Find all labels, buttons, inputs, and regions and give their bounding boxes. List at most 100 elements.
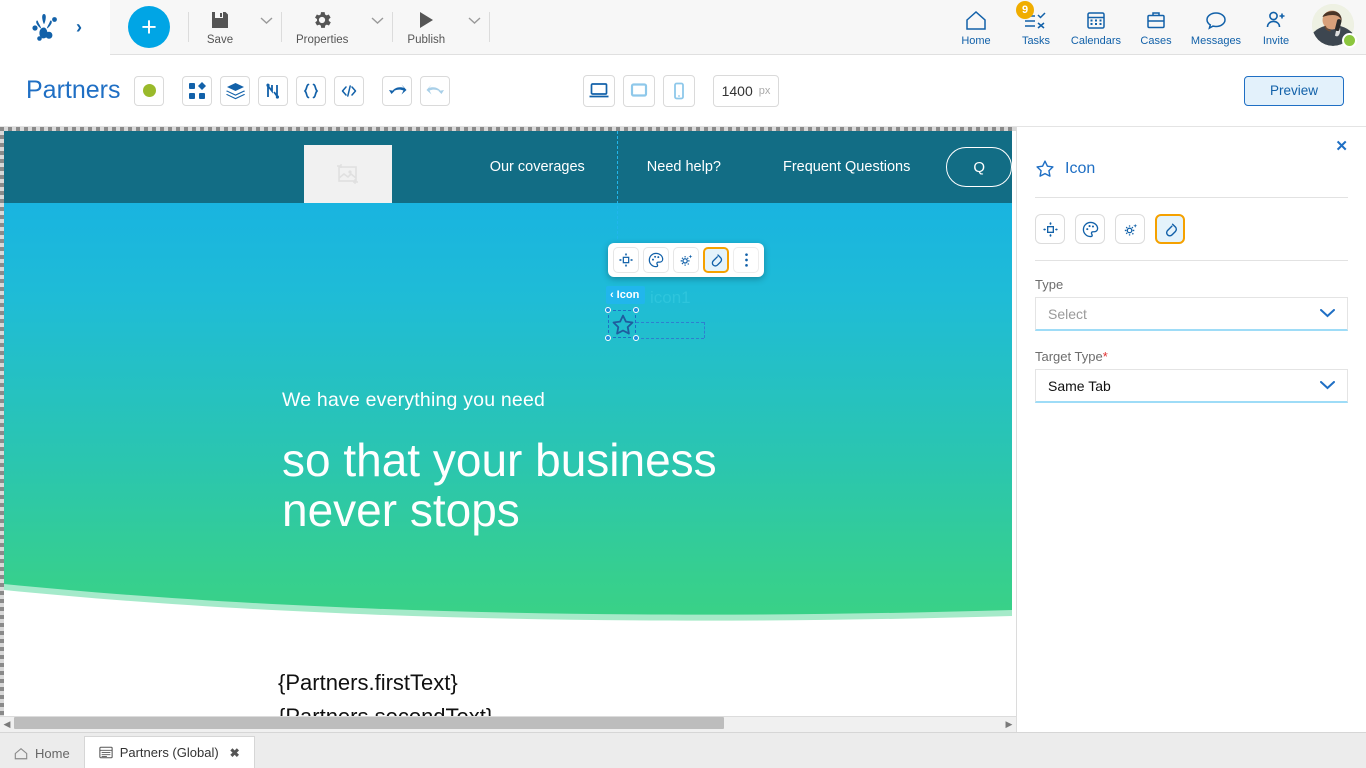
- panel-tab-move[interactable]: [1035, 214, 1065, 244]
- resize-handle-sw[interactable]: [605, 335, 611, 341]
- nav-tasks[interactable]: 9 Tasks: [1006, 1, 1066, 52]
- hero-section[interactable]: We have everything you need so that your…: [4, 203, 1012, 643]
- resize-handle-nw[interactable]: [605, 307, 611, 313]
- site-cta-button[interactable]: Q: [946, 147, 1012, 187]
- viewport-desktop-button[interactable]: [583, 74, 615, 107]
- header-logo-placeholder[interactable]: [304, 145, 392, 205]
- properties-dropdown-caret[interactable]: [362, 4, 392, 50]
- close-icon[interactable]: ✖: [230, 746, 240, 760]
- save-label: Save: [206, 34, 234, 46]
- code-button[interactable]: [334, 75, 365, 106]
- properties-panel: ✕ Icon Type Select Target Type* Same Tab: [1016, 127, 1366, 732]
- tag-label: Icon: [616, 289, 640, 301]
- widgets-button[interactable]: [182, 75, 213, 106]
- panel-tab-link[interactable]: [1155, 214, 1185, 244]
- calendar-icon: [1085, 8, 1107, 32]
- element-tag-badge[interactable]: ‹ Icon: [606, 286, 646, 304]
- nav-cases[interactable]: Cases: [1126, 2, 1186, 52]
- settings-sparkle-icon-button[interactable]: [673, 247, 699, 273]
- nav-invite-label: Invite: [1262, 34, 1290, 47]
- gear-icon: [311, 8, 333, 32]
- star-icon[interactable]: [611, 313, 635, 337]
- properties-button[interactable]: Properties: [282, 4, 362, 50]
- layers-button[interactable]: [220, 75, 251, 106]
- briefcase-icon: [1145, 8, 1167, 32]
- palette-icon-button[interactable]: [643, 247, 669, 273]
- status-indicator: [1342, 33, 1357, 48]
- preview-button[interactable]: Preview: [1244, 75, 1344, 106]
- nav-messages[interactable]: Messages: [1186, 2, 1246, 52]
- panel-title: Icon: [1065, 160, 1096, 177]
- publish-button[interactable]: Publish: [393, 4, 459, 50]
- scroll-right-arrow-icon[interactable]: ▶: [1002, 717, 1016, 733]
- token-line-first[interactable]: {Partners.firstText}: [278, 670, 458, 696]
- scrollbar-thumb[interactable]: [14, 716, 724, 729]
- nav-messages-label: Messages: [1190, 34, 1242, 47]
- tag-back-chevron-icon: ‹: [610, 289, 614, 301]
- save-dropdown-caret[interactable]: [251, 4, 281, 50]
- speech-bubble-icon: [1204, 8, 1228, 32]
- hero-subtitle[interactable]: We have everything you need: [282, 389, 545, 412]
- bonitasoft-logo-icon[interactable]: [28, 11, 62, 43]
- nav-invite[interactable]: Invite: [1246, 2, 1306, 52]
- viewport-mobile-button[interactable]: [663, 74, 695, 107]
- tasks-badge: 9: [1016, 1, 1034, 19]
- bottom-tab-partners[interactable]: Partners (Global) ✖: [83, 736, 255, 768]
- canvas-horizontal-scrollbar[interactable]: ◀ ▶: [0, 716, 1016, 732]
- hero-wave-decoration: [4, 584, 1012, 643]
- bottom-tab-home[interactable]: Home: [0, 738, 84, 768]
- panel-close-button[interactable]: ✕: [1335, 137, 1348, 155]
- nav-home[interactable]: Home: [946, 2, 1006, 52]
- bottom-tab-home-label: Home: [35, 745, 70, 761]
- nav-link-help[interactable]: Need help?: [647, 159, 721, 175]
- avatar[interactable]: [1312, 4, 1358, 50]
- palette-icon: [1082, 221, 1099, 238]
- app-root: › + Save Properties Publish Home 9 Tasks…: [0, 0, 1366, 768]
- canvas-width-input[interactable]: 1400 px: [713, 74, 779, 107]
- hero-heading-line1: so that your business: [282, 434, 717, 486]
- variables-button[interactable]: [258, 75, 289, 106]
- braces-button[interactable]: [296, 75, 327, 106]
- undo-icon: [388, 83, 407, 99]
- nav-tasks-label: Tasks: [1021, 34, 1051, 47]
- expand-sidebar-icon[interactable]: ›: [76, 18, 82, 36]
- panel-tabs: [1017, 198, 1366, 244]
- type-select[interactable]: Select: [1035, 297, 1348, 331]
- nav-calendars[interactable]: Calendars: [1066, 2, 1126, 52]
- panel-tab-settings[interactable]: [1115, 214, 1145, 244]
- publish-dropdown-caret[interactable]: [459, 4, 489, 50]
- link-icon: [1162, 221, 1179, 238]
- page-status-button[interactable]: [134, 75, 165, 106]
- star-icon: [1035, 159, 1055, 179]
- link-icon: [708, 252, 724, 268]
- panel-tab-style[interactable]: [1075, 214, 1105, 244]
- undo-button[interactable]: [382, 75, 413, 106]
- play-icon: [415, 8, 437, 32]
- code-icon: [340, 82, 358, 100]
- add-button[interactable]: +: [128, 6, 170, 48]
- viewport-tablet-button[interactable]: [623, 74, 655, 107]
- desktop-icon: [589, 82, 609, 99]
- nav-link-faq[interactable]: Frequent Questions: [783, 159, 910, 175]
- topbar-nav: Home 9 Tasks Calendars Cases Messages In…: [946, 1, 1366, 52]
- move-icon: [618, 252, 634, 268]
- target-type-select[interactable]: Same Tab: [1035, 369, 1348, 403]
- target-type-label-text: Target Type: [1035, 349, 1103, 364]
- scrollbar-track[interactable]: [14, 716, 1002, 733]
- element-float-toolbar: [608, 243, 764, 277]
- more-vertical-icon-button[interactable]: [733, 247, 759, 273]
- hero-heading[interactable]: so that your business never stops: [282, 435, 717, 535]
- link-icon-button[interactable]: [703, 247, 729, 273]
- chevron-down-icon: [1320, 381, 1335, 390]
- save-button[interactable]: Save: [189, 4, 251, 50]
- move-icon-button[interactable]: [613, 247, 639, 273]
- move-icon: [1042, 221, 1059, 238]
- widgets-icon: [188, 81, 207, 100]
- redo-button[interactable]: [420, 75, 451, 106]
- resize-handle-se[interactable]: [633, 335, 639, 341]
- nav-link-coverages[interactable]: Our coverages: [490, 159, 585, 175]
- resize-handle-ne[interactable]: [633, 307, 639, 313]
- scroll-left-arrow-icon[interactable]: ◀: [0, 717, 14, 733]
- site-header[interactable]: Our coverages Need help? Frequent Questi…: [4, 131, 1012, 205]
- logo-zone: ›: [0, 0, 110, 55]
